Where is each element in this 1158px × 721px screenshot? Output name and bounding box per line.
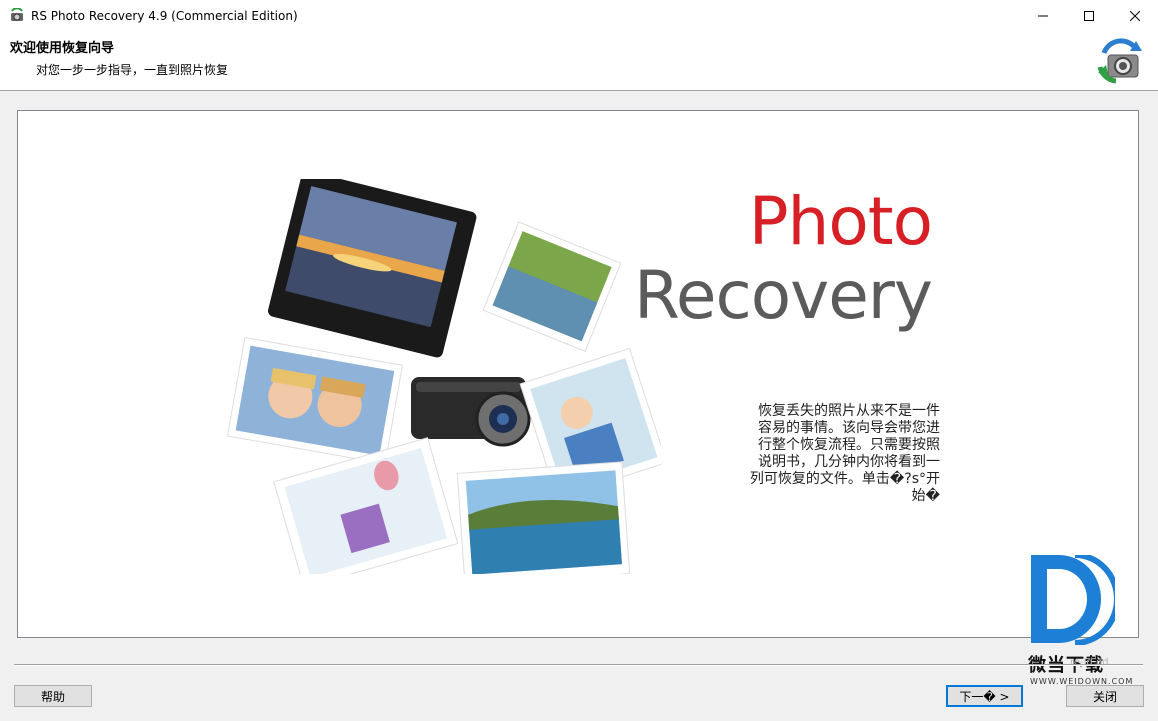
- brand-recovery-text: Recovery: [633, 257, 933, 334]
- close-window-button[interactable]: [1112, 0, 1158, 31]
- watermark-logo-icon: [1031, 555, 1115, 645]
- window-controls: [1020, 0, 1158, 31]
- page-title: 欢迎使用恢复向导: [10, 41, 115, 56]
- camera-and-photos-illustration: [226, 179, 661, 574]
- maximize-button[interactable]: [1066, 0, 1112, 31]
- window-title: RS Photo Recovery 4.9 (Commercial Editio…: [31, 8, 298, 23]
- minimize-button[interactable]: [1020, 0, 1066, 31]
- watermark-site-text: re-ld.dd: [1070, 657, 1109, 668]
- camera-recovery-icon: [1097, 38, 1142, 84]
- footer-divider: [14, 664, 1143, 666]
- page-subtitle: 对您一步一步指导，一直到照片恢复: [36, 63, 229, 77]
- title-bar: RS Photo Recovery 4.9 (Commercial Editio…: [0, 0, 1158, 31]
- content-panel: Photo Recovery 恢复丢失的照片从来不是一件 容易的事情。该向导会带…: [17, 110, 1139, 638]
- wizard-description: 恢复丢失的照片从来不是一件 容易的事情。该向导会带您进 行整个恢复流程。只需要按…: [749, 403, 940, 504]
- close-icon: [1130, 10, 1140, 21]
- wizard-header: 欢迎使用恢复向导 对您一步一步指导，一直到照片恢复: [0, 31, 1158, 91]
- maximize-icon: [1084, 10, 1094, 21]
- close-button[interactable]: 关闭: [1066, 685, 1144, 707]
- help-button[interactable]: 帮助: [14, 685, 92, 707]
- app-icon: [9, 6, 25, 24]
- brand-photo-text: Photo: [748, 183, 933, 260]
- next-button[interactable]: 下一� >: [946, 685, 1023, 707]
- minimize-icon: [1038, 15, 1048, 16]
